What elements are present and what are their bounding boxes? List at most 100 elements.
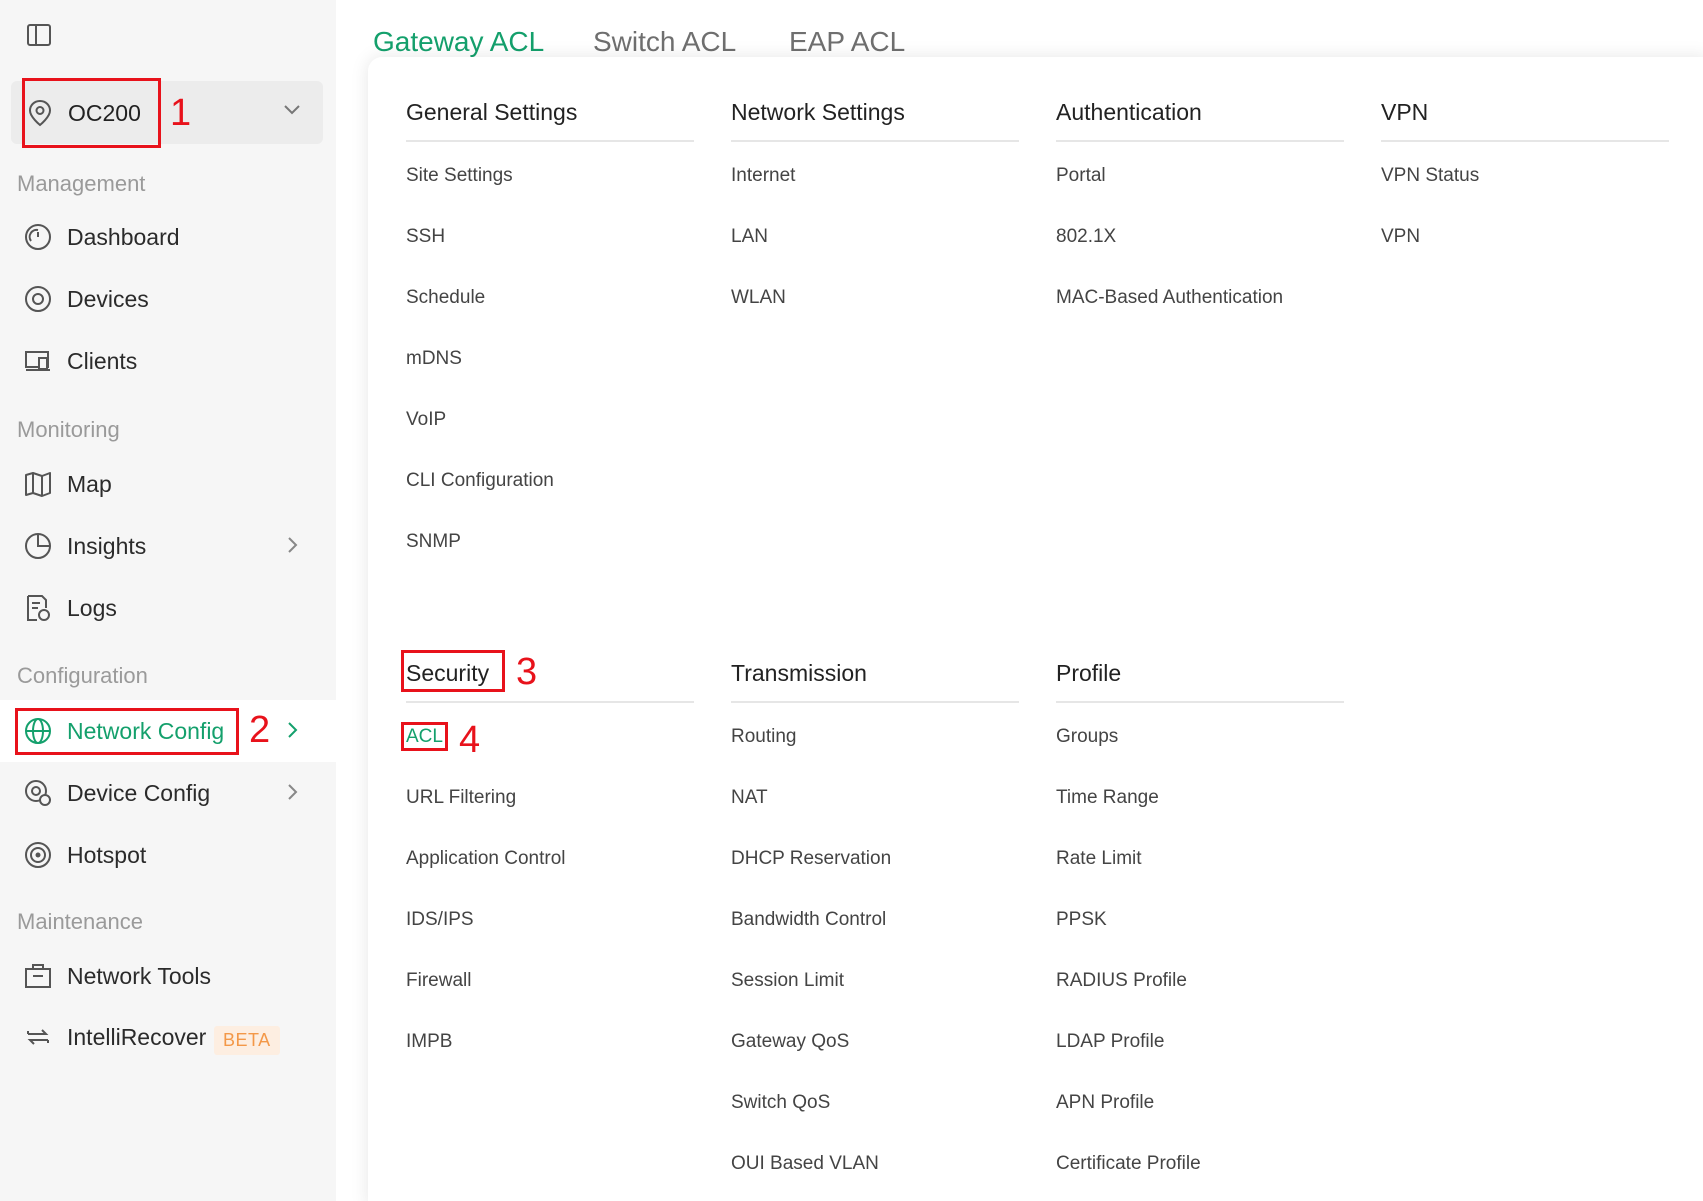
section-maintenance: Maintenance	[17, 909, 143, 934]
sidebar-item-logs[interactable]: Logs	[16, 583, 321, 633]
menu-item-cli-configuration[interactable]: CLI Configuration	[406, 470, 554, 492]
menu-header-transmission: Transmission	[731, 660, 867, 686]
menu-item-groups[interactable]: Groups	[1056, 726, 1118, 748]
dashboard-gauge-icon	[24, 223, 52, 251]
sidebar-item-insights[interactable]: Insights	[16, 521, 321, 571]
sidebar-item-devices[interactable]: Devices	[16, 274, 321, 324]
menu-header-profile: Profile	[1056, 660, 1122, 686]
menu-item-ldap-profile[interactable]: LDAP Profile	[1056, 1031, 1164, 1053]
section-configuration: Configuration	[17, 663, 148, 688]
annotation-number-2: 2	[249, 709, 271, 751]
menu-item-wlan[interactable]: WLAN	[731, 287, 786, 309]
site-selector[interactable]: OC200	[11, 81, 323, 144]
menu-item-mac-based-authentication[interactable]: MAC-Based Authentication	[1056, 287, 1283, 309]
menu-item-nat[interactable]: NAT	[731, 787, 768, 809]
globe-icon	[24, 717, 52, 745]
chevron-right-icon	[287, 783, 299, 806]
sidebar-item-label: Network Config	[67, 718, 225, 744]
sidebar-item-network-tools[interactable]: Network Tools	[16, 951, 321, 1001]
sidebar-item-clients[interactable]: Clients	[16, 336, 321, 386]
menu-item-url-filtering[interactable]: URL Filtering	[406, 787, 516, 809]
hotspot-icon	[24, 841, 52, 869]
menu-item-rate-limit[interactable]: Rate Limit	[1056, 848, 1142, 870]
sidebar-item-label: Logs	[67, 595, 117, 621]
menu-item-oui-based-vlan[interactable]: OUI Based VLAN	[731, 1153, 879, 1175]
menu-item-site-settings[interactable]: Site Settings	[406, 165, 513, 187]
sidebar-item-label: Hotspot	[67, 842, 147, 868]
sidebar-item-device-config[interactable]: Device Config	[16, 768, 321, 818]
menu-item-apn-profile[interactable]: APN Profile	[1056, 1092, 1154, 1114]
menu-item-time-range[interactable]: Time Range	[1056, 787, 1159, 809]
menu-item-snmp[interactable]: SNMP	[406, 531, 461, 553]
menu-item-session-limit[interactable]: Session Limit	[731, 970, 844, 992]
chevron-down-icon	[283, 103, 301, 121]
divider	[731, 701, 1019, 703]
sidebar-item-label: Dashboard	[67, 224, 180, 250]
sidebar: OC200 1 Management Dashboard Devices Cli…	[0, 0, 336, 1201]
logs-document-icon	[24, 594, 52, 622]
sidebar-item-label: Device Config	[67, 780, 211, 806]
divider	[1381, 140, 1669, 142]
menu-item-schedule[interactable]: Schedule	[406, 287, 485, 309]
menu-item-application-control[interactable]: Application Control	[406, 848, 565, 870]
menu-item-acl[interactable]: ACL	[406, 726, 443, 748]
sidebar-item-label: Clients	[67, 348, 138, 374]
sidebar-item-hotspot[interactable]: Hotspot	[16, 830, 321, 880]
network-config-menu	[368, 57, 1703, 1201]
menu-item-firewall[interactable]: Firewall	[406, 970, 471, 992]
sidebar-item-label: Devices	[67, 286, 149, 312]
site-name: OC200	[68, 100, 141, 126]
menu-item-ppsk[interactable]: PPSK	[1056, 909, 1107, 931]
sidebar-item-map[interactable]: Map	[16, 459, 321, 509]
section-management: Management	[17, 171, 146, 196]
menu-item-vpn-status[interactable]: VPN Status	[1381, 165, 1479, 187]
tab-switch-acl[interactable]: Switch ACL	[593, 26, 736, 58]
sidebar-item-label: Network Tools	[67, 963, 212, 989]
section-monitoring: Monitoring	[17, 417, 120, 442]
menu-item-ssh[interactable]: SSH	[406, 226, 445, 248]
menu-item-certificate-profile[interactable]: Certificate Profile	[1056, 1153, 1201, 1175]
menu-item-ids-ips[interactable]: IDS/IPS	[406, 909, 474, 931]
menu-item-portal[interactable]: Portal	[1056, 165, 1106, 187]
clients-monitor-icon	[24, 347, 52, 375]
sidebar-item-dashboard[interactable]: Dashboard	[16, 212, 321, 262]
menu-item-gateway-qos[interactable]: Gateway QoS	[731, 1031, 849, 1053]
menu-item-internet[interactable]: Internet	[731, 165, 795, 187]
menu-item-dhcp-reservation[interactable]: DHCP Reservation	[731, 848, 891, 870]
menu-header-general-settings: General Settings	[406, 99, 578, 125]
menu-header-security: Security	[406, 660, 490, 686]
chevron-right-icon	[287, 721, 299, 744]
divider	[1056, 701, 1344, 703]
sidebar-item-label: Insights	[67, 533, 147, 559]
divider	[406, 140, 694, 142]
sidebar-toggle-icon[interactable]	[24, 20, 54, 50]
menu-item-8021x[interactable]: 802.1X	[1056, 226, 1116, 248]
menu-item-lan[interactable]: LAN	[731, 226, 768, 248]
location-pin-icon	[27, 99, 53, 132]
sidebar-item-label: Map	[67, 471, 112, 497]
menu-item-switch-qos[interactable]: Switch QoS	[731, 1092, 830, 1114]
menu-item-mdns[interactable]: mDNS	[406, 348, 462, 370]
menu-item-voip[interactable]: VoIP	[406, 409, 446, 431]
recover-arrows-icon	[24, 1023, 52, 1051]
menu-item-radius-profile[interactable]: RADIUS Profile	[1056, 970, 1187, 992]
menu-item-routing[interactable]: Routing	[731, 726, 797, 748]
toolbox-icon	[24, 962, 52, 990]
pie-chart-icon	[24, 532, 52, 560]
devices-icon	[24, 285, 52, 313]
menu-item-bandwidth-control[interactable]: Bandwidth Control	[731, 909, 886, 931]
tab-gateway-acl[interactable]: Gateway ACL	[373, 26, 544, 58]
beta-badge: BETA	[214, 1026, 280, 1055]
sidebar-item-label: IntelliRecover	[67, 1024, 207, 1050]
menu-header-vpn: VPN	[1381, 99, 1429, 125]
menu-header-authentication: Authentication	[1056, 99, 1202, 125]
menu-item-vpn[interactable]: VPN	[1381, 226, 1420, 248]
divider	[1056, 140, 1344, 142]
divider	[731, 140, 1019, 142]
menu-item-impb[interactable]: IMPB	[406, 1031, 452, 1053]
sidebar-item-network-config[interactable]: Network Config	[16, 706, 321, 756]
device-gear-icon	[24, 779, 52, 807]
annotation-number-3: 3	[516, 651, 538, 693]
chevron-right-icon	[287, 536, 299, 559]
tab-eap-acl[interactable]: EAP ACL	[789, 26, 905, 58]
